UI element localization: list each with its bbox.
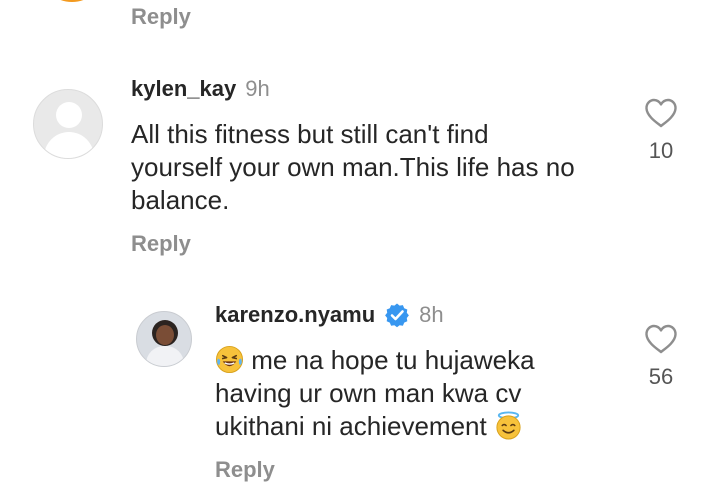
laughing-emoji-icon — [215, 345, 244, 374]
reply-button[interactable]: Reply — [131, 231, 191, 257]
reply-button[interactable]: Reply — [215, 457, 275, 483]
like-count: 56 — [648, 364, 674, 389]
comment-line: yourself your own man.This life has no — [131, 152, 575, 182]
comment-text: me na hope tu hujaweka having ur own man… — [215, 344, 635, 443]
like-control[interactable]: 56 — [638, 324, 684, 390]
comment-header: kylen_kay 9h — [131, 76, 270, 102]
comment-line: ukithani ni achievement — [215, 411, 487, 441]
like-control[interactable]: 10 — [638, 98, 684, 164]
halo-emoji-icon — [496, 411, 521, 440]
comment-header: karenzo.nyamu 8h — [215, 302, 444, 328]
comment-line: balance. — [131, 185, 230, 215]
profile-avatar[interactable] — [136, 311, 192, 367]
comment-username[interactable]: kylen_kay — [131, 76, 236, 102]
avatar-body-shape — [44, 132, 94, 158]
comment-line: All this fitness but still can't find — [131, 119, 489, 149]
heart-icon[interactable] — [644, 98, 678, 128]
previous-comment-avatar[interactable] — [40, 0, 104, 2]
comment-username[interactable]: karenzo.nyamu — [215, 302, 375, 328]
comment-time: 8h — [419, 302, 444, 327]
avatar-face-shape — [156, 325, 174, 345]
comment-line-last: ukithani ni achievement — [215, 410, 635, 443]
comment-line: having ur own man kwa cv — [215, 378, 522, 408]
comment-line: me na hope tu hujaweka — [251, 345, 535, 375]
comment-text: All this fitness but still can't find yo… — [131, 118, 631, 217]
avatar-head-shape — [56, 102, 82, 128]
previous-reply-button[interactable]: Reply — [131, 4, 191, 30]
default-avatar[interactable] — [33, 89, 103, 159]
like-count: 10 — [648, 138, 674, 163]
avatar-body-shape — [146, 346, 184, 366]
verified-badge-icon — [385, 303, 410, 328]
heart-icon[interactable] — [644, 324, 678, 354]
comment-time: 9h — [245, 76, 270, 101]
comment-line-first: me na hope tu hujaweka — [215, 344, 635, 377]
